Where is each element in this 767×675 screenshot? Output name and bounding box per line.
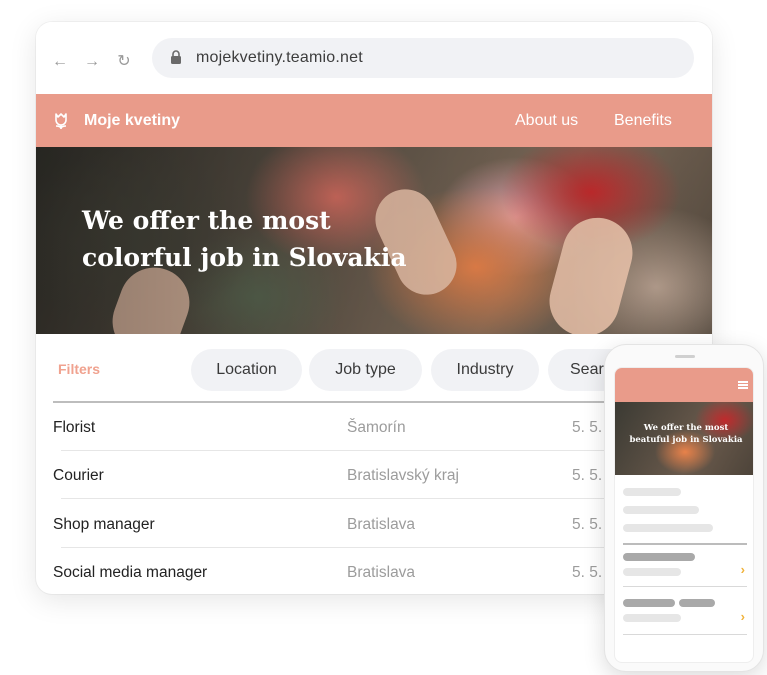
skeleton-line xyxy=(623,614,681,622)
reload-icon[interactable]: ↻ xyxy=(114,52,134,72)
job-date: 5. 5. xyxy=(572,564,603,581)
hero-title-line-2: colorful job in Slovakia xyxy=(82,243,407,272)
job-title[interactable]: Shop manager xyxy=(53,516,155,534)
chevron-right-icon[interactable]: › xyxy=(741,609,745,624)
url-text: mojekvetiny.teamio.net xyxy=(196,49,363,66)
mobile-hero-banner: We offer the most beatuful job in Slovak… xyxy=(615,402,753,475)
hero-title-line-1: We offer the most xyxy=(82,206,331,235)
skeleton-line xyxy=(679,599,715,607)
forward-arrow-icon[interactable]: → xyxy=(82,52,102,72)
mobile-divider xyxy=(623,634,747,635)
hamburger-menu-icon[interactable] xyxy=(738,381,748,389)
lock-icon xyxy=(171,50,181,64)
filter-industry-button[interactable]: Industry xyxy=(431,349,539,391)
job-date: 5. 5. xyxy=(572,516,603,533)
hero-title: We offer the most colorful job in Slovak… xyxy=(82,202,442,276)
job-title[interactable]: Florist xyxy=(53,419,95,437)
filter-location-button[interactable]: Location xyxy=(191,349,302,391)
mobile-divider xyxy=(623,586,747,587)
job-location: Šamorín xyxy=(347,419,406,436)
mobile-hero-title: We offer the most beatuful job in Slovak… xyxy=(629,423,743,445)
phone-speaker xyxy=(675,355,695,358)
job-location: Bratislavský kraj xyxy=(347,467,459,484)
browser-toolbar: ← → ↻ mojekvetiny.teamio.net xyxy=(36,22,712,94)
mobile-divider xyxy=(623,543,747,545)
job-row[interactable]: Social media manager Bratislava 5. 5. xyxy=(53,548,693,594)
job-title[interactable]: Social media manager xyxy=(53,564,207,582)
nav-about-us[interactable]: About us xyxy=(515,112,578,130)
phone-mockup: We offer the most beatuful job in Slovak… xyxy=(604,344,764,672)
site-header: Moje kvetiny About us Benefits xyxy=(36,94,712,147)
job-row[interactable]: Florist Šamorín 5. 5. xyxy=(53,403,693,451)
job-location: Bratislava xyxy=(347,564,416,581)
skeleton-line xyxy=(623,524,713,532)
address-bar[interactable]: mojekvetiny.teamio.net xyxy=(152,38,694,78)
skeleton-line xyxy=(623,553,695,561)
chevron-right-icon[interactable]: › xyxy=(741,562,745,577)
skeleton-line xyxy=(623,568,681,576)
job-date: 5. 5. xyxy=(572,419,603,436)
row-divider xyxy=(61,498,661,499)
filter-job-type-button[interactable]: Job type xyxy=(309,349,422,391)
skeleton-line xyxy=(623,506,699,514)
phone-screen: We offer the most beatuful job in Slovak… xyxy=(614,367,754,663)
skeleton-line xyxy=(623,488,681,496)
nav-benefits[interactable]: Benefits xyxy=(614,112,672,130)
skeleton-line xyxy=(623,599,675,607)
filters-label: Filters xyxy=(58,361,101,377)
back-arrow-icon[interactable]: ← xyxy=(50,52,70,72)
mobile-header xyxy=(615,368,753,402)
job-title[interactable]: Courier xyxy=(53,467,104,485)
job-row[interactable]: Courier Bratislavský kraj 5. 5. xyxy=(53,451,693,499)
job-date: 5. 5. xyxy=(572,467,603,484)
job-location: Bratislava xyxy=(347,516,416,533)
brand-name[interactable]: Moje kvetiny xyxy=(84,112,180,130)
job-row[interactable]: Shop manager Bratislava 5. 5. xyxy=(53,500,693,548)
hero-banner: We offer the most colorful job in Slovak… xyxy=(36,147,712,334)
tulip-logo-icon[interactable] xyxy=(52,112,70,130)
